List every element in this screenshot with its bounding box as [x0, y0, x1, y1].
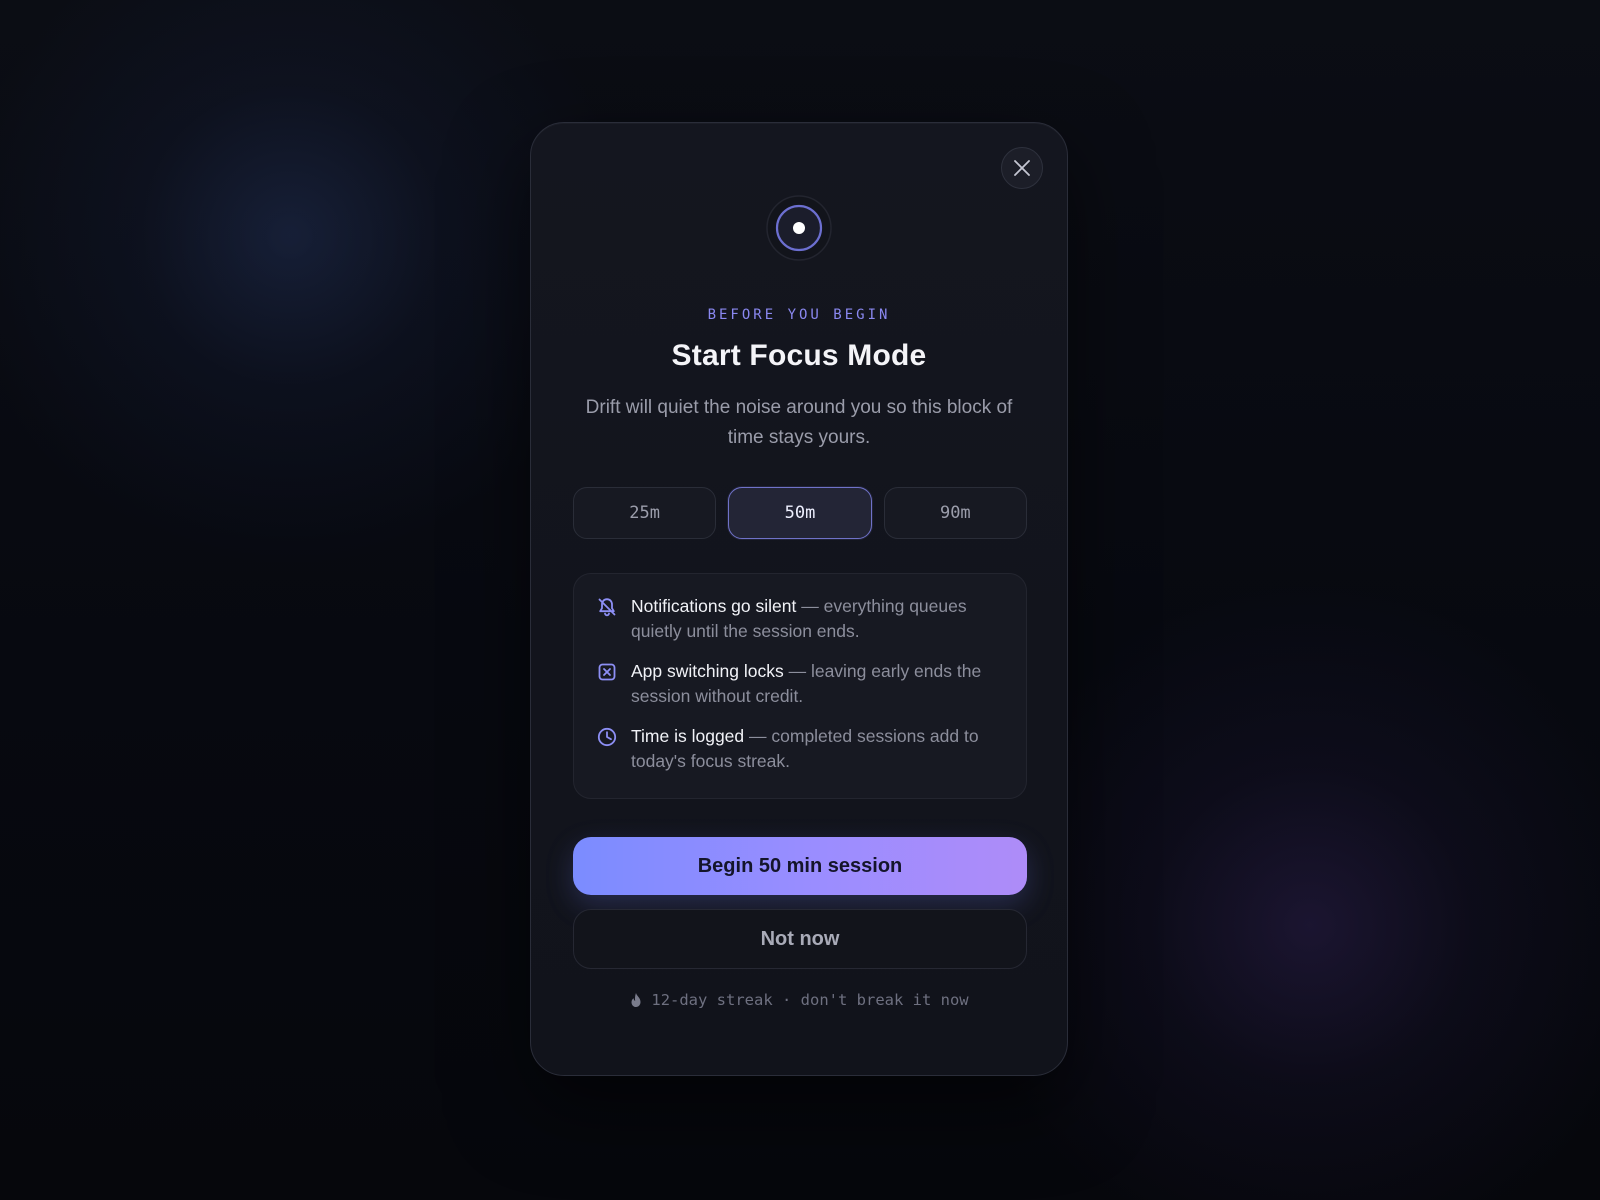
- not-now-button[interactable]: Not now: [573, 909, 1027, 969]
- feature-title: Notifications go silent: [631, 596, 797, 616]
- clock-icon: [597, 727, 617, 747]
- begin-session-button[interactable]: Begin 50 min session: [573, 837, 1027, 895]
- duration-selector: 25m 50m 90m: [573, 487, 1027, 539]
- eyebrow-label: BEFORE YOU BEGIN: [707, 307, 891, 323]
- list-item: App switching locks — leaving early ends…: [596, 659, 1002, 709]
- focus-mode-dialog: BEFORE YOU BEGIN Start Focus Mode Drift …: [530, 122, 1068, 1076]
- list-item: Time is logged — completed sessions add …: [596, 724, 1002, 774]
- close-icon: [1014, 160, 1030, 176]
- bell-off-icon: [598, 598, 616, 617]
- dialog-description: Drift will quiet the noise around you so…: [585, 397, 1013, 448]
- close-button[interactable]: [1001, 147, 1043, 189]
- list-item: Notifications go silent — everything que…: [596, 594, 1002, 644]
- feature-title: App switching locks: [631, 661, 784, 681]
- duration-option-90m[interactable]: 90m: [883, 487, 1027, 539]
- page-title: Start Focus Mode: [671, 339, 927, 372]
- flame-icon: [631, 993, 641, 1007]
- app-lock-icon: [598, 663, 616, 681]
- feature-title: Time is logged: [631, 726, 745, 746]
- streak-text: 12-day streak · don't break it now: [651, 991, 969, 1009]
- streak-indicator: 12-day streak · don't break it now: [531, 991, 1067, 1009]
- focus-target-icon: [766, 195, 832, 261]
- duration-option-50m[interactable]: 50m: [728, 487, 872, 539]
- feature-list: Notifications go silent — everything que…: [573, 573, 1027, 799]
- duration-option-25m[interactable]: 25m: [573, 487, 717, 539]
